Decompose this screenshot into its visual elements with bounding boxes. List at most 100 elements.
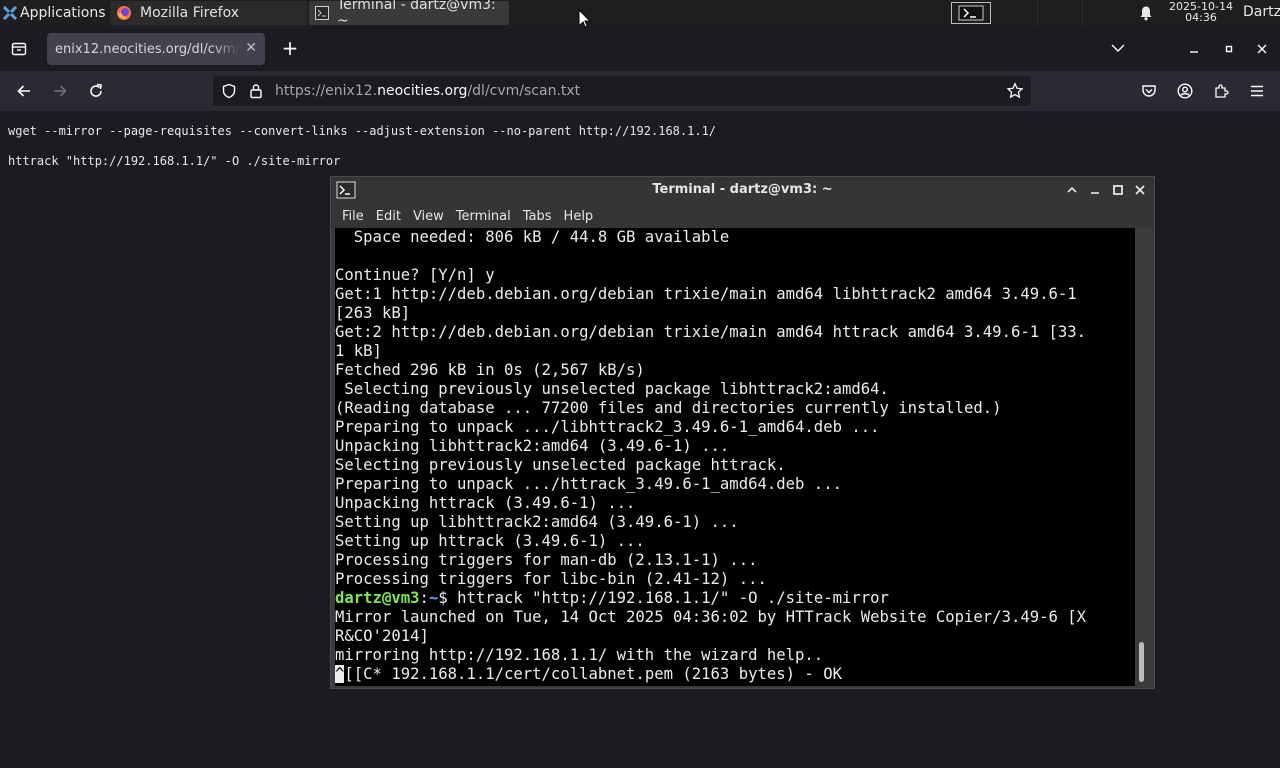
reload-button[interactable] xyxy=(86,81,106,101)
terminal-line: Get:1 http://deb.debian.org/debian trixi… xyxy=(335,285,1077,303)
terminal-line: 1 kB] xyxy=(335,342,382,360)
tab-title: enix12.neocities.org/dl/cvm/scan.txt xyxy=(55,41,240,57)
terminal-line: Unpacking httrack (3.49.6-1) ... xyxy=(335,494,636,512)
terminal-line: Selecting previously unselected package … xyxy=(335,380,889,398)
terminal-line: Preparing to unpack .../httrack_3.49.6-1… xyxy=(335,475,842,493)
bookmark-star-icon[interactable] xyxy=(1006,82,1024,100)
terminal-titlebar[interactable]: Terminal - dartz@vm3: ~ xyxy=(331,177,1154,204)
tab-close-icon[interactable]: ✕ xyxy=(245,40,257,56)
taskbar-item-firefox[interactable]: Mozilla Firefox xyxy=(110,1,307,25)
panel-terminal-launcher[interactable] xyxy=(951,2,991,24)
menu-terminal[interactable]: Terminal xyxy=(456,209,511,224)
menu-file[interactable]: File xyxy=(342,209,364,224)
puzzle-icon xyxy=(1215,84,1229,98)
back-button[interactable] xyxy=(14,81,34,101)
terminal-line: [263 kB] xyxy=(335,304,411,322)
forward-button[interactable] xyxy=(50,81,70,101)
terminal-line: Fetched 296 kB in 0s (2,567 kB/s) xyxy=(335,361,645,379)
terminal-line: Get:2 http://deb.debian.org/debian trixi… xyxy=(335,323,1087,341)
menu-edit[interactable]: Edit xyxy=(376,209,401,224)
terminal-line: (Reading database ... 77200 files and di… xyxy=(335,399,1002,417)
terminal-line: mirroring http://192.168.1.1/ with the w… xyxy=(335,646,824,664)
firefox-tab-bar: enix12.neocities.org/dl/cvm/scan.txt ✕ + xyxy=(0,26,1280,71)
account-icon xyxy=(1177,83,1193,99)
clock-time: 04:36 xyxy=(1185,11,1217,24)
minimize-button[interactable] xyxy=(1086,181,1104,199)
chevron-down-icon xyxy=(1111,44,1125,52)
command-text: httrack "http://192.168.1.1/" -O ./site-… xyxy=(457,589,889,607)
terminal-line: Selecting previously unselected package … xyxy=(335,456,786,474)
browser-tab[interactable]: enix12.neocities.org/dl/cvm/scan.txt ✕ xyxy=(47,33,265,65)
scrollbar-thumb[interactable] xyxy=(1139,642,1144,682)
terminal-output[interactable]: Space needed: 806 kB / 44.8 GB available… xyxy=(335,228,1136,686)
text-line: wget --mirror --page-requisites --conver… xyxy=(8,124,717,138)
xfce-panel: Applications ⋮ Mozilla Firefox Terminal … xyxy=(0,0,1280,30)
app-menu-button[interactable] xyxy=(1247,81,1267,101)
maximize-icon xyxy=(1225,45,1233,53)
taskbar-item-label: Terminal - dartz@vm3: ~ xyxy=(337,0,496,29)
applications-menu-button[interactable]: Applications ⋮ xyxy=(0,0,126,26)
prompt-separator: : xyxy=(419,589,429,607)
chevron-up-icon xyxy=(1067,186,1077,193)
new-tab-button[interactable]: + xyxy=(280,36,300,60)
prompt-line: dartz@vm3:~$ httrack "http://192.168.1.1… xyxy=(335,589,1136,608)
applications-label: Applications xyxy=(20,5,106,21)
prompt-path: ~ xyxy=(428,589,439,607)
account-button[interactable] xyxy=(1175,81,1195,101)
terminal-scrollbar[interactable] xyxy=(1135,228,1147,686)
close-icon xyxy=(1257,44,1267,54)
menu-view[interactable]: View xyxy=(413,209,444,224)
taskbar-item-terminal[interactable]: Terminal - dartz@vm3: ~ xyxy=(309,0,509,29)
minimize-icon xyxy=(1190,51,1198,53)
notification-bell-icon[interactable] xyxy=(1138,5,1154,21)
menu-tabs[interactable]: Tabs xyxy=(523,209,552,224)
shade-button[interactable] xyxy=(1063,181,1081,199)
maximize-button[interactable] xyxy=(1109,181,1127,199)
terminal-cursor: ^ xyxy=(335,665,345,683)
url-bar[interactable]: https://enix12.neocities.org/dl/cvm/scan… xyxy=(213,76,1031,106)
terminal-line: R&CO'2014] xyxy=(335,627,429,645)
terminal-line: Setting up httrack (3.49.6-1) ... xyxy=(335,532,645,550)
plus-icon: + xyxy=(281,36,299,60)
maximize-icon xyxy=(1113,185,1123,195)
terminal-line: Processing triggers for man-db (2.13.1-1… xyxy=(335,551,758,569)
terminal-line: Preparing to unpack .../libhttrack2_3.49… xyxy=(335,418,880,436)
terminal-line: Processing triggers for libc-bin (2.41-1… xyxy=(335,570,767,588)
close-button[interactable] xyxy=(1131,181,1149,199)
terminal-line: Setting up libhttrack2:amd64 (3.49.6-1) … xyxy=(335,513,739,531)
terminal-line: Unpacking libhttrack2:amd64 (3.49.6-1) .… xyxy=(335,437,730,455)
terminal-window: Terminal - dartz@vm3: ~ File Edit View T… xyxy=(330,176,1155,689)
list-all-tabs-button[interactable] xyxy=(1108,38,1128,58)
lock-icon[interactable] xyxy=(249,83,263,99)
xfce-logo-icon xyxy=(3,6,17,20)
reload-icon xyxy=(90,83,102,97)
panel-separator xyxy=(1037,0,1038,26)
maximize-window-button[interactable] xyxy=(1220,40,1238,58)
minimize-window-button[interactable] xyxy=(1185,40,1203,58)
url-text: https://enix12.neocities.org/dl/cvm/scan… xyxy=(275,83,580,99)
terminal-last-line: ^[[C* 192.168.1.1/cert/collabnet.pem (21… xyxy=(335,665,1136,684)
extensions-button[interactable] xyxy=(1211,81,1231,101)
firefox-icon xyxy=(116,5,132,21)
terminal-line: Continue? [Y/n] y xyxy=(335,266,495,284)
firefox-view-icon xyxy=(11,42,27,56)
menu-help[interactable]: Help xyxy=(564,209,594,224)
pocket-button[interactable] xyxy=(1139,81,1159,101)
prompt-user: dartz@vm3 xyxy=(335,589,420,607)
close-icon xyxy=(1135,185,1145,195)
shield-icon[interactable] xyxy=(221,83,237,99)
terminal-launcher-icon xyxy=(958,5,984,21)
firefox-view-button[interactable] xyxy=(10,40,28,58)
panel-separator xyxy=(1082,0,1083,26)
pocket-icon xyxy=(1142,85,1156,97)
panel-user-menu[interactable]: Dartz xyxy=(1243,4,1280,20)
terminal-line: Space needed: 806 kB / 44.8 GB available xyxy=(335,228,730,246)
arrow-right-icon xyxy=(54,85,67,97)
panel-clock[interactable]: 2025-10-14 04:36 xyxy=(1166,1,1236,23)
close-window-button[interactable] xyxy=(1253,40,1271,58)
taskbar-item-label: Mozilla Firefox xyxy=(140,5,240,21)
terminal-menubar: File Edit View Terminal Tabs Help xyxy=(331,204,1154,228)
progress-text: [[C* 192.168.1.1/cert/collabnet.pem (216… xyxy=(344,665,842,683)
hamburger-menu-icon xyxy=(1251,85,1263,97)
firefox-nav-bar: https://enix12.neocities.org/dl/cvm/scan… xyxy=(0,71,1280,111)
